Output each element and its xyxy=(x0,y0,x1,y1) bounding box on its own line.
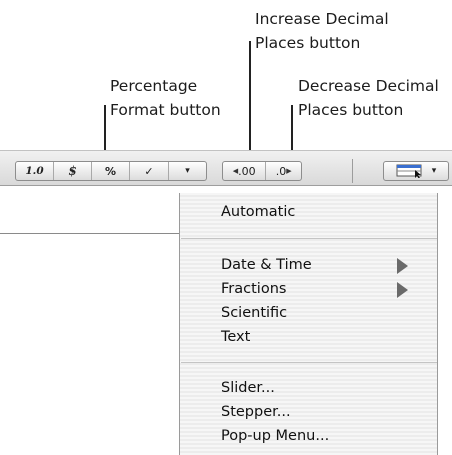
menu-separator xyxy=(181,362,437,363)
menu-item-slider[interactable]: Slider... xyxy=(221,380,275,396)
submenu-arrow-icon xyxy=(397,282,408,298)
decrease-decimal-button[interactable]: .0 ▶ xyxy=(266,162,301,180)
cell-control-icon: ▾ xyxy=(384,162,448,180)
cell-control-button[interactable]: ▾ xyxy=(383,161,449,181)
chevron-down-icon: ▾ xyxy=(431,166,437,176)
callout-line: Decrease Decimal xyxy=(298,77,439,95)
checkmark-icon: ✓ xyxy=(144,164,154,178)
callout-line: Format button xyxy=(110,101,221,119)
callout-line: Places button xyxy=(298,101,404,119)
menu-separator xyxy=(181,238,437,239)
menu-item-scientific[interactable]: Scientific xyxy=(221,305,287,321)
submenu-arrow-icon xyxy=(397,258,408,274)
menu-item-automatic[interactable]: Automatic xyxy=(221,204,295,220)
callout-percentage-format: Percentage Format button xyxy=(110,74,221,122)
callout-line: Percentage xyxy=(110,77,198,95)
sheet-area xyxy=(0,186,180,233)
number-format-button[interactable]: 1.0 xyxy=(16,162,54,180)
menu-item-popup-menu[interactable]: Pop-up Menu... xyxy=(221,428,329,444)
sheet-divider xyxy=(0,233,180,234)
currency-format-label: $ xyxy=(68,164,77,178)
menu-item-text[interactable]: Text xyxy=(221,329,250,345)
increase-decimal-label: .00 xyxy=(238,164,256,178)
percentage-format-label: % xyxy=(104,164,117,178)
format-dropdown-menu: Automatic Date & Time Fractions Scientif… xyxy=(179,193,438,455)
decrease-decimal-label: .0 xyxy=(275,164,287,178)
callout-decrease-decimal: Decrease Decimal Places button xyxy=(298,74,439,122)
format-toolbar: 1.0 $ % ✓ ▾ ◀ .00 .0 ▶ ▾ xyxy=(0,150,452,186)
format-button-group: 1.0 $ % ✓ ▾ xyxy=(15,161,207,181)
menu-item-fractions[interactable]: Fractions xyxy=(221,281,286,297)
leader-line-increase xyxy=(249,41,251,160)
number-format-label: 1.0 xyxy=(25,165,44,177)
callout-line: Places button xyxy=(255,34,361,52)
arrow-right-icon: ▶ xyxy=(286,167,292,175)
callout-line: Increase Decimal xyxy=(255,10,389,28)
chevron-down-icon: ▾ xyxy=(185,166,190,176)
toolbar-divider xyxy=(352,159,353,183)
decimal-button-group: ◀ .00 .0 ▶ xyxy=(222,161,302,181)
callout-increase-decimal: Increase Decimal Places button xyxy=(255,7,389,55)
percentage-format-button[interactable]: % xyxy=(92,162,130,180)
menu-item-date-time[interactable]: Date & Time xyxy=(221,257,312,273)
checkbox-format-button[interactable]: ✓ xyxy=(130,162,169,180)
increase-decimal-button[interactable]: ◀ .00 xyxy=(223,162,267,180)
menu-item-stepper[interactable]: Stepper... xyxy=(221,404,291,420)
more-formats-button[interactable]: ▾ xyxy=(169,162,206,180)
table-cursor-icon xyxy=(396,164,422,178)
currency-format-button[interactable]: $ xyxy=(54,162,92,180)
